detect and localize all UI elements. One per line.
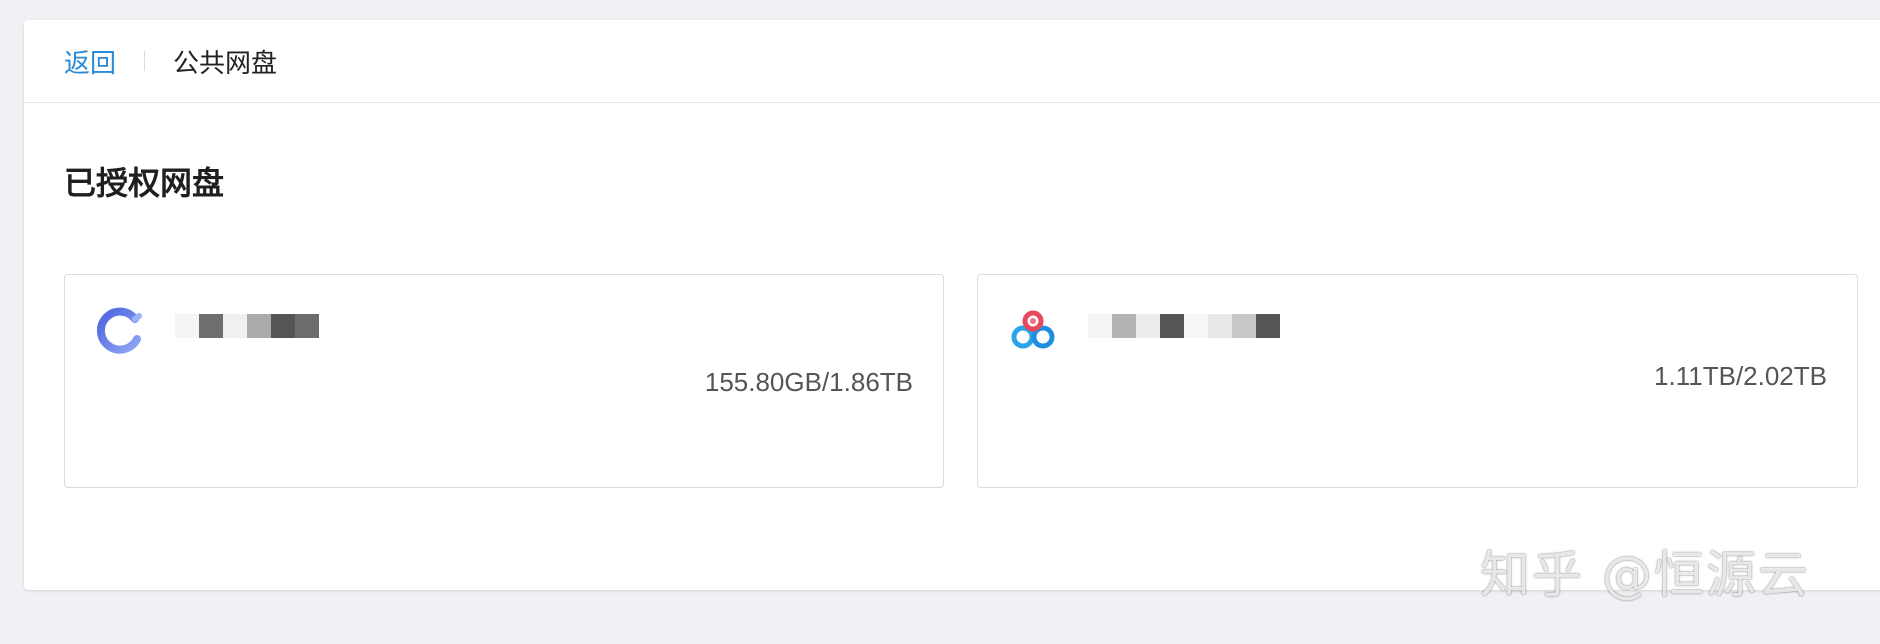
section-title: 已授权网盘 [64, 165, 225, 201]
drive-name-blurred [1088, 313, 1280, 339]
baidu-cloud-icon [1008, 305, 1058, 355]
header-divider [144, 51, 146, 71]
page-title: 公共网盘 [173, 47, 278, 78]
drive-usage: 1.11TB/2.02TB [1654, 361, 1827, 391]
main-panel: 返回 公共网盘 已授权网盘 155.80GB/1.86TB 1.11TB/2.0… [24, 20, 1880, 590]
drive-card-2[interactable]: 1.11TB/2.02TB [977, 274, 1858, 488]
drive-name-blurred [175, 313, 319, 339]
drive-c-ring-icon [95, 305, 145, 355]
drive-card-1[interactable]: 155.80GB/1.86TB [64, 274, 944, 488]
top-bar: 返回 公共网盘 [24, 20, 1880, 103]
watermark: 知乎 @恒源云 [1480, 546, 1810, 604]
back-link[interactable]: 返回 [64, 43, 116, 80]
drive-usage: 155.80GB/1.86TB [704, 367, 913, 397]
